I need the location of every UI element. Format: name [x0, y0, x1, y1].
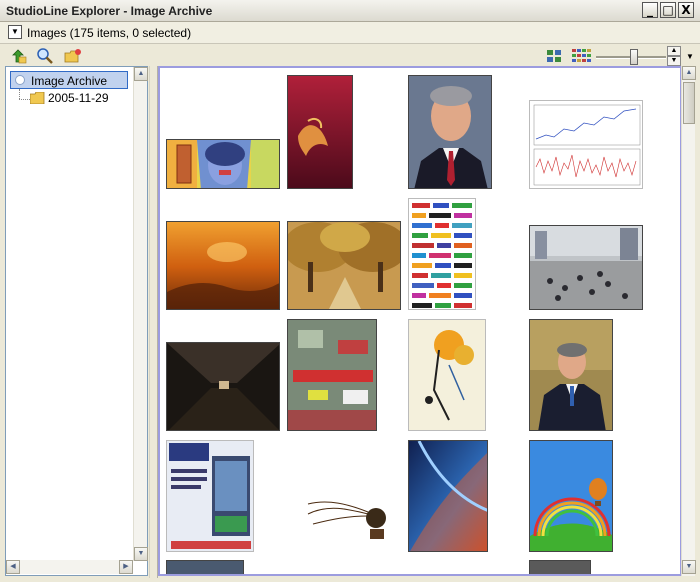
search-icon[interactable] [36, 47, 54, 65]
scroll-up-icon[interactable]: ▲ [134, 67, 148, 81]
up-folder-icon[interactable] [10, 47, 28, 65]
orange-sunset-thumbnail[interactable] [166, 221, 280, 310]
pane-splitter[interactable] [149, 66, 158, 578]
tree-connector [19, 89, 20, 99]
content-vertical-scrollbar[interactable]: ▲ ▼ [681, 66, 696, 576]
scroll-down-icon[interactable]: ▼ [134, 547, 148, 561]
red-abstract-thumbnail[interactable] [287, 75, 353, 189]
street-crowd-thumbnail[interactable] [529, 225, 643, 310]
grid-view-icon[interactable] [546, 48, 562, 64]
cartoon-woman-thumbnail[interactable] [166, 139, 280, 189]
partial-thumbnail[interactable] [166, 560, 244, 574]
spin-down-icon[interactable]: ▼ [667, 56, 681, 66]
minimize-button[interactable]: _ [642, 2, 658, 18]
archive-icon [15, 75, 25, 85]
zoom-slider-thumb[interactable] [630, 49, 638, 65]
sidebar-vertical-scrollbar[interactable]: ▲ ▼ [133, 67, 148, 561]
chevron-down-icon[interactable]: ▼ [8, 25, 22, 39]
city-signs-thumbnail[interactable] [287, 319, 377, 431]
zoom-slider[interactable] [596, 49, 666, 65]
thumbnail-grid [158, 66, 682, 576]
scroll-right-icon[interactable]: ▶ [119, 560, 133, 574]
president-podium-thumbnail[interactable] [529, 319, 613, 431]
toolbar-overflow-icon[interactable]: ▼ [684, 52, 696, 62]
folder-icon [29, 91, 45, 105]
tree-item-2005-11-29[interactable]: 2005-11-29 [48, 91, 109, 105]
gramophone-art-thumbnail[interactable] [287, 473, 401, 552]
scroll-down-icon[interactable]: ▼ [682, 560, 696, 574]
scroll-up-icon[interactable]: ▲ [682, 66, 696, 80]
rainbow-balloon-thumbnail[interactable] [529, 440, 613, 552]
new-folder-icon[interactable] [64, 47, 82, 65]
logo-collage-thumbnail[interactable] [408, 198, 476, 310]
spin-up-icon[interactable]: ▲ [667, 46, 681, 56]
maximize-button[interactable]: □ [660, 2, 676, 18]
folder-tree: Image Archive 2005-11-29 ▲ ▼ [5, 66, 148, 576]
window-title: StudioLine Explorer - Image Archive [6, 4, 213, 18]
partial-thumbnail[interactable] [529, 560, 591, 574]
title-bar: StudioLine Explorer - Image Archive _ □ … [0, 0, 700, 22]
scroll-left-icon[interactable]: ◀ [6, 560, 20, 574]
images-count-label: Images (175 items, 0 selected) [27, 26, 192, 40]
blue-tunnel-thumbnail[interactable] [408, 440, 488, 552]
close-button[interactable]: X [678, 2, 694, 18]
tree-item-image-archive[interactable]: Image Archive [10, 71, 128, 89]
portrait-man-thumbnail[interactable] [408, 75, 492, 189]
scroll-thumb[interactable] [683, 82, 695, 124]
vending-poster-thumbnail[interactable] [166, 440, 254, 552]
zoom-spinner[interactable]: ▲ ▼ [667, 46, 681, 66]
images-header: ▼ Images (175 items, 0 selected) [0, 22, 700, 44]
dark-corridor-thumbnail[interactable] [166, 342, 280, 431]
floral-illustration-thumbnail[interactable] [408, 319, 486, 431]
sidebar-horizontal-scrollbar[interactable]: ◀ ▶ [6, 560, 133, 574]
tree-connector [19, 99, 30, 100]
tree-item-label: Image Archive [31, 74, 108, 88]
stock-chart-thumbnail[interactable] [529, 100, 643, 189]
toolbar: ▲ ▼ ▼ [0, 44, 700, 68]
autumn-trees-thumbnail[interactable] [287, 221, 401, 310]
thumbnail-view-icon[interactable] [571, 48, 593, 64]
